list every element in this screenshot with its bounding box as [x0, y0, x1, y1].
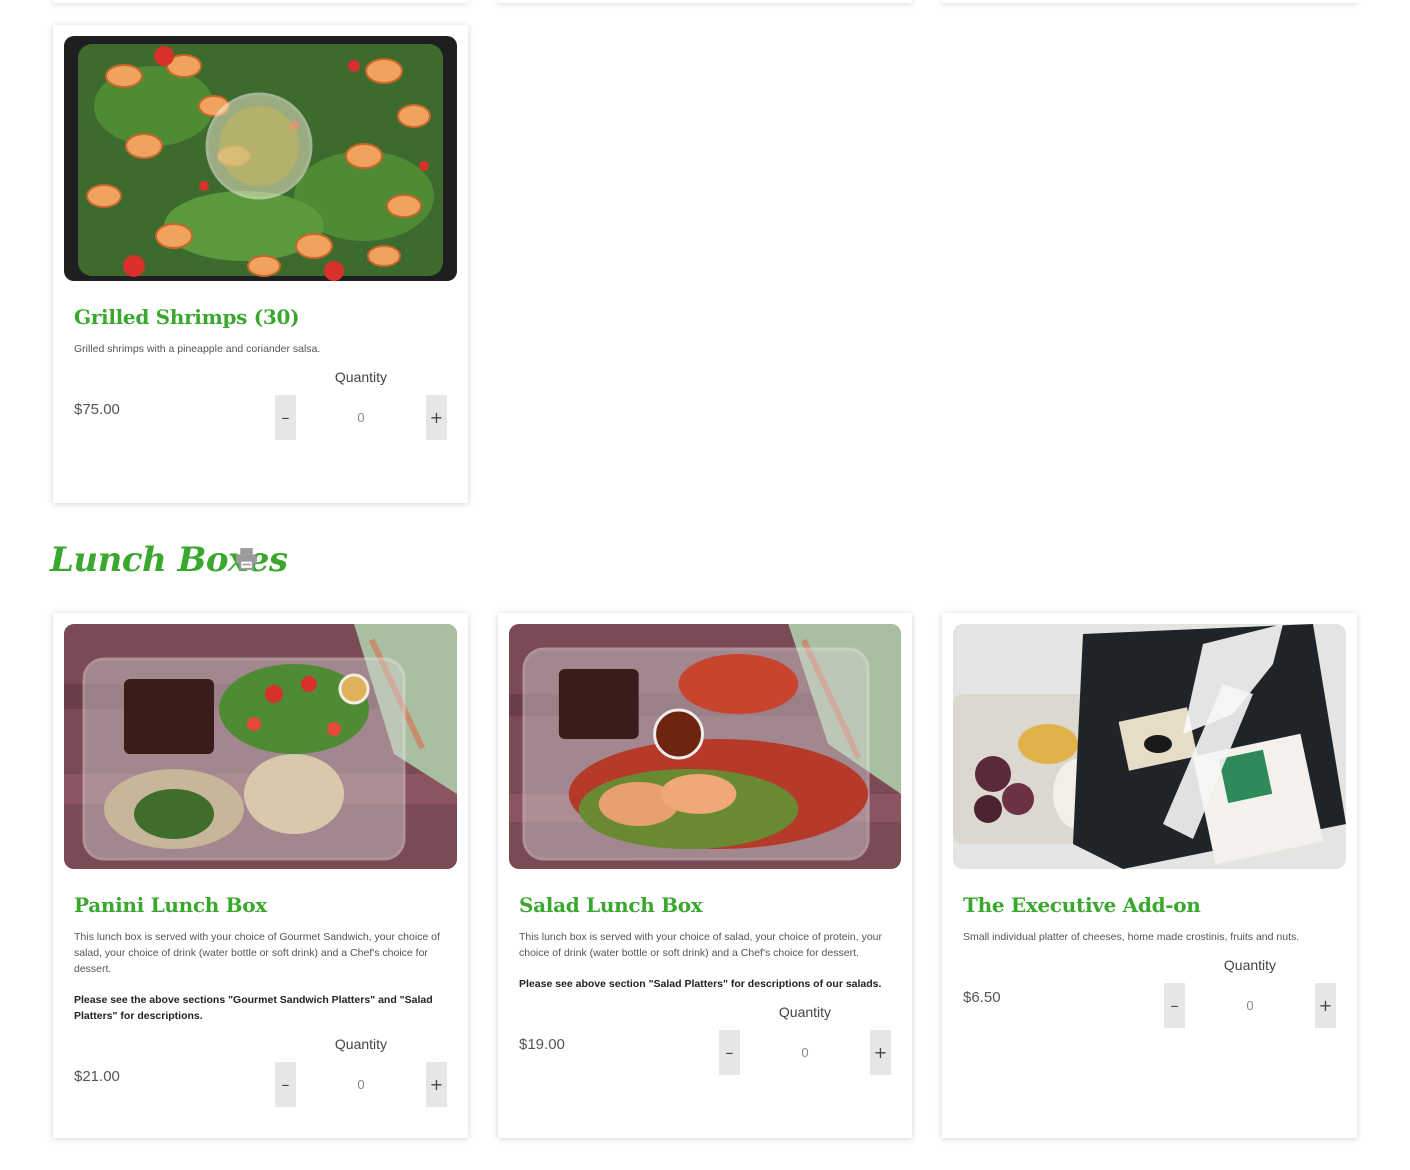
product-title[interactable]: Grilled Shrimps (30): [74, 305, 300, 329]
description-note: Please see the above sections "Gourmet S…: [74, 994, 433, 1022]
product-title[interactable]: The Executive Add-on: [963, 893, 1201, 917]
product-description: Small individual platter of cheeses, hom…: [963, 929, 1337, 945]
product-photo-grilled-shrimps[interactable]: [64, 36, 457, 281]
product-card-salad-lunch-box: Salad Lunch Box This lunch box is served…: [498, 613, 912, 1138]
quantity-value[interactable]: 0: [740, 1030, 870, 1075]
product-price: $19.00: [519, 1036, 565, 1053]
description-text: This lunch box is served with your choic…: [519, 931, 883, 959]
product-card-executive-add-on: The Executive Add-on Small individual pl…: [942, 613, 1357, 1138]
description-text: Grilled shrimps with a pineapple and cor…: [74, 343, 321, 355]
product-card-panini-lunch-box: Panini Lunch Box This lunch box is serve…: [53, 613, 468, 1138]
quantity-stepper: – 0 +: [275, 1062, 447, 1107]
product-price: $75.00: [74, 401, 120, 418]
decrease-quantity-button[interactable]: –: [719, 1030, 740, 1075]
product-description: This lunch box is served with your choic…: [519, 929, 893, 992]
description-text: Small individual platter of cheeses, hom…: [963, 931, 1300, 943]
decrease-quantity-button[interactable]: –: [275, 1062, 296, 1107]
product-price: $6.50: [963, 989, 1001, 1006]
product-photo-panini-lunch-box[interactable]: [64, 624, 457, 869]
quantity-label: Quantity: [334, 369, 388, 385]
increase-quantity-button[interactable]: +: [426, 395, 447, 440]
product-description: Grilled shrimps with a pineapple and cor…: [74, 341, 448, 357]
product-card-grilled-shrimps: Grilled Shrimps (30) Grilled shrimps wit…: [53, 25, 468, 503]
quantity-stepper: – 0 +: [275, 395, 447, 440]
product-title[interactable]: Salad Lunch Box: [519, 893, 703, 917]
decrease-quantity-button[interactable]: –: [275, 395, 296, 440]
product-title[interactable]: Panini Lunch Box: [74, 893, 267, 917]
quantity-label: Quantity: [778, 1004, 832, 1020]
product-description: This lunch box is served with your choic…: [74, 929, 448, 1024]
product-photo-executive-add-on[interactable]: [953, 624, 1346, 869]
quantity-stepper: – 0 +: [719, 1030, 891, 1075]
increase-quantity-button[interactable]: +: [870, 1030, 891, 1075]
product-card-partial: [498, 0, 912, 3]
increase-quantity-button[interactable]: +: [1315, 983, 1336, 1028]
description-note: Please see above section "Salad Platters…: [519, 978, 882, 990]
quantity-label: Quantity: [1223, 957, 1277, 973]
quantity-stepper: – 0 +: [1164, 983, 1336, 1028]
product-photo-salad-lunch-box[interactable]: [509, 624, 901, 869]
product-card-partial: [942, 0, 1357, 3]
product-card-partial: [53, 0, 468, 3]
quantity-label: Quantity: [334, 1036, 388, 1052]
product-price: $21.00: [74, 1068, 120, 1085]
decrease-quantity-button[interactable]: –: [1164, 983, 1185, 1028]
increase-quantity-button[interactable]: +: [426, 1062, 447, 1107]
quantity-value[interactable]: 0: [1185, 983, 1315, 1028]
print-icon[interactable]: [234, 546, 259, 571]
quantity-value[interactable]: 0: [296, 395, 426, 440]
description-text: This lunch box is served with your choic…: [74, 931, 440, 975]
quantity-value[interactable]: 0: [296, 1062, 426, 1107]
